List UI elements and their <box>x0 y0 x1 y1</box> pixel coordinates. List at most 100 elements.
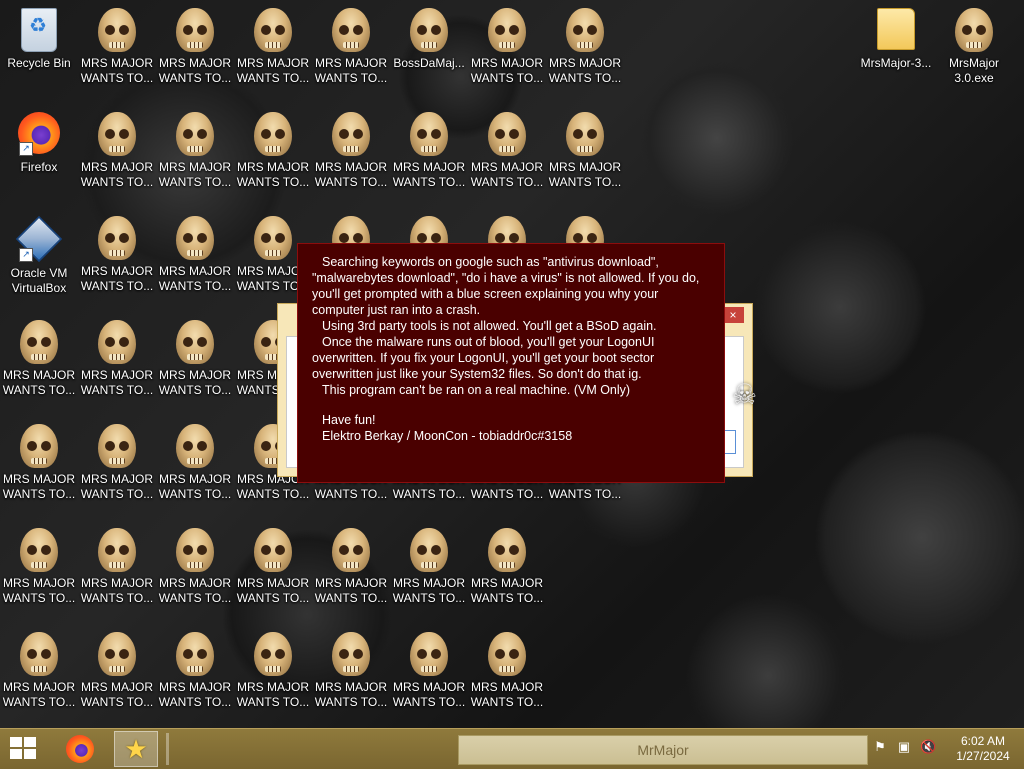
skull-icon <box>173 632 217 676</box>
desktop-icon-skull[interactable]: BossDaMaj... <box>391 8 467 71</box>
desktop-icon-skull[interactable]: MRS MAJOR WANTS TO... <box>79 8 155 86</box>
skull-icon <box>407 8 451 52</box>
desktop-icon-label: MRS MAJOR WANTS TO... <box>2 576 76 605</box>
skull-icon <box>563 112 607 156</box>
desktop-icon-skull[interactable]: MRS MAJOR WANTS TO... <box>79 320 155 398</box>
desktop-icon-skull[interactable]: MRS MAJOR WANTS TO... <box>547 112 623 190</box>
taskbar-window-title[interactable]: MrMajor <box>458 735 868 765</box>
desktop-icon-label: Oracle VM VirtualBox <box>10 266 68 295</box>
skull-icon <box>329 112 373 156</box>
desktop-icon-skull[interactable]: MRS MAJOR WANTS TO... <box>469 112 545 190</box>
close-button[interactable]: × <box>722 307 744 323</box>
skull-icon <box>173 8 217 52</box>
skull-icon <box>173 216 217 260</box>
desktop-icon-skull[interactable]: MRS MAJOR WANTS TO... <box>79 424 155 502</box>
desktop-icon-recycle-bin[interactable]: Recycle Bin <box>1 8 77 71</box>
desktop-icon-skull[interactable]: MRS MAJOR WANTS TO... <box>1 528 77 606</box>
taskbar-mrsmajor-button[interactable]: ★ <box>114 731 158 767</box>
desktop-icon-label: MRS MAJOR WANTS TO... <box>158 472 232 501</box>
desktop-icon-skull[interactable]: MRS MAJOR WANTS TO... <box>235 8 311 86</box>
desktop-icon-skull[interactable]: MRS MAJOR WANTS TO... <box>313 528 389 606</box>
skull-icon <box>329 528 373 572</box>
desktop-icon-label: MRS MAJOR WANTS TO... <box>80 160 154 189</box>
desktop-icon-skull[interactable]: MRS MAJOR WANTS TO... <box>79 632 155 710</box>
desktop-icon-label: MRS MAJOR WANTS TO... <box>2 368 76 397</box>
desktop-icon-skull[interactable]: MRS MAJOR WANTS TO... <box>157 112 233 190</box>
skull-icon <box>95 8 139 52</box>
desktop-icon-skull[interactable]: MRS MAJOR WANTS TO... <box>157 216 233 294</box>
desktop-icon-skull[interactable]: MRS MAJOR WANTS TO... <box>157 320 233 398</box>
clock-time: 6:02 AM <box>960 734 1006 748</box>
system-tray: ⚑ ▣ 🔇 <box>872 739 936 759</box>
desktop-icon-mrsmajor-exe[interactable]: MrsMajor 3.0.exe <box>936 8 1012 86</box>
desktop-icon-skull[interactable]: MRS MAJOR WANTS TO... <box>1 424 77 502</box>
desktop-icon-skull[interactable]: MRS MAJOR WANTS TO... <box>235 632 311 710</box>
skull-icon <box>407 112 451 156</box>
skull-icon <box>407 528 451 572</box>
skull-icon <box>173 112 217 156</box>
desktop-icon-skull[interactable]: MRS MAJOR WANTS TO... <box>313 8 389 86</box>
start-button[interactable] <box>10 737 38 761</box>
desktop-icon-label: MRS MAJOR WANTS TO... <box>158 680 232 709</box>
desktop-icon-skull[interactable]: MRS MAJOR WANTS TO... <box>547 8 623 86</box>
desktop-icon-skull[interactable]: MRS MAJOR WANTS TO... <box>313 112 389 190</box>
message-paragraph: Once the malware runs out of blood, you'… <box>312 335 655 381</box>
desktop-icon-skull[interactable]: MRS MAJOR WANTS TO... <box>313 632 389 710</box>
skull-icon <box>95 528 139 572</box>
desktop-icon-skull[interactable]: MRS MAJOR WANTS TO... <box>469 528 545 606</box>
firefox-icon: ↗ <box>17 112 61 156</box>
desktop-icon-label: MRS MAJOR WANTS TO... <box>470 680 544 709</box>
desktop-icon-label: MRS MAJOR WANTS TO... <box>2 680 76 709</box>
desktop-icon-skull[interactable]: MRS MAJOR WANTS TO... <box>235 528 311 606</box>
desktop-icon-label: MRS MAJOR WANTS TO... <box>236 56 310 85</box>
desktop-icon-skull[interactable]: MRS MAJOR WANTS TO... <box>391 528 467 606</box>
desktop-icon-skull[interactable]: MRS MAJOR WANTS TO... <box>79 528 155 606</box>
desktop-icon-label: MrsMajor 3.0.exe <box>949 56 999 85</box>
desktop-icon-label: MRS MAJOR WANTS TO... <box>548 56 622 85</box>
desktop-icon-skull[interactable]: MRS MAJOR WANTS TO... <box>157 8 233 86</box>
skull-icon <box>17 528 61 572</box>
desktop-icon-label: MRS MAJOR WANTS TO... <box>80 56 154 85</box>
skull-icon <box>251 8 295 52</box>
desktop-icon-label: MRS MAJOR WANTS TO... <box>236 680 310 709</box>
firefox-icon <box>66 735 94 763</box>
volume-muted-icon[interactable]: 🔇 <box>920 739 936 755</box>
desktop-icon-skull[interactable]: MRS MAJOR WANTS TO... <box>1 632 77 710</box>
desktop-icon-label: MRS MAJOR WANTS TO... <box>158 576 232 605</box>
network-icon[interactable]: ▣ <box>896 739 912 755</box>
taskbar-clock[interactable]: 6:02 AM 1/27/2024 <box>948 734 1018 764</box>
desktop-icon-skull[interactable]: MRS MAJOR WANTS TO... <box>157 632 233 710</box>
skull-icon <box>17 320 61 364</box>
desktop-icon-skull[interactable]: MRS MAJOR WANTS TO... <box>157 528 233 606</box>
desktop-icon-skull[interactable]: MRS MAJOR WANTS TO... <box>469 632 545 710</box>
star-icon: ★ <box>124 734 148 764</box>
skull-crossbones-icon: ☠ <box>732 379 758 410</box>
skull-icon <box>485 528 529 572</box>
desktop-icon-skull[interactable]: MRS MAJOR WANTS TO... <box>391 632 467 710</box>
desktop-icon-skull[interactable]: MRS MAJOR WANTS TO... <box>391 112 467 190</box>
desktop-icon-label: Firefox <box>20 160 58 174</box>
desktop-icon-label: MRS MAJOR WANTS TO... <box>314 576 388 605</box>
skull-icon <box>251 112 295 156</box>
desktop-icon-virtualbox[interactable]: ↗ Oracle VM VirtualBox <box>1 215 77 296</box>
desktop-icon-skull[interactable]: MRS MAJOR WANTS TO... <box>79 216 155 294</box>
desktop-icon-skull[interactable]: MRS MAJOR WANTS TO... <box>157 424 233 502</box>
desktop-icon-skull[interactable]: MRS MAJOR WANTS TO... <box>1 320 77 398</box>
flag-alert-icon[interactable]: ⚑ <box>872 739 888 755</box>
desktop-icon-skull[interactable]: MRS MAJOR WANTS TO... <box>235 112 311 190</box>
skull-icon <box>485 8 529 52</box>
desktop-icon-firefox[interactable]: ↗ Firefox <box>1 112 77 175</box>
desktop-icon-label: MRS MAJOR WANTS TO... <box>80 472 154 501</box>
skull-icon <box>95 112 139 156</box>
desktop-icon-skull[interactable]: MRS MAJOR WANTS TO... <box>469 8 545 86</box>
desktop-icon-label: MRS MAJOR WANTS TO... <box>470 160 544 189</box>
taskbar-firefox-button[interactable] <box>58 731 102 767</box>
skull-icon <box>17 424 61 468</box>
desktop-icon-mrsmajor-folder[interactable]: MrsMajor-3... <box>858 8 934 71</box>
desktop-icon-label: MRS MAJOR WANTS TO... <box>548 160 622 189</box>
skull-icon <box>251 528 295 572</box>
skull-icon <box>407 632 451 676</box>
skull-icon <box>251 632 295 676</box>
desktop-icon-skull[interactable]: MRS MAJOR WANTS TO... <box>79 112 155 190</box>
desktop-icon-label: MRS MAJOR WANTS TO... <box>158 264 232 293</box>
